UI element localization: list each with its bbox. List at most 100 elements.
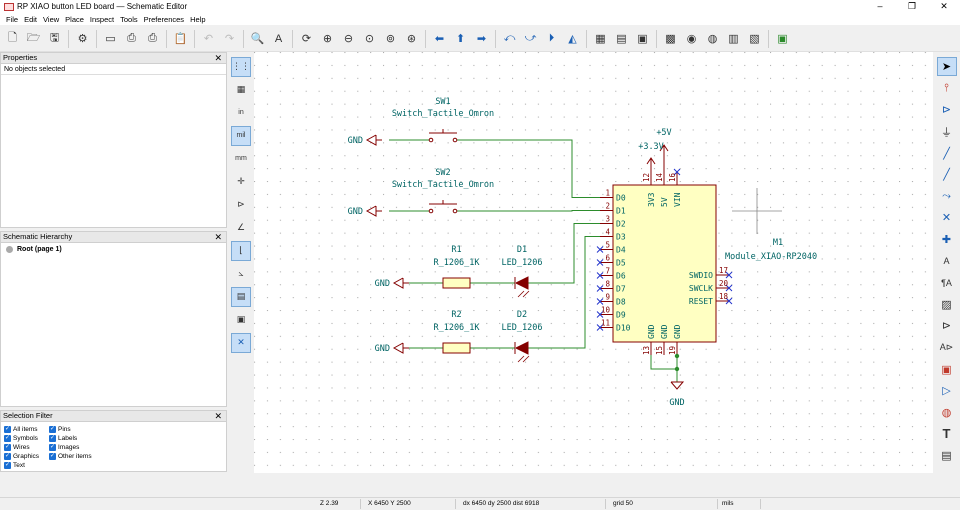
hierarchical-label-icon[interactable]: ▨ (937, 295, 957, 314)
close-icon[interactable]: ✕ (214, 53, 222, 63)
zoom-objects-icon[interactable]: ⊚ (382, 30, 400, 48)
show-hierarchy-icon[interactable]: ▣ (231, 310, 251, 330)
annotations-icon[interactable]: ▤ (231, 286, 251, 307)
open-pcb-editor-icon[interactable]: ▣ (774, 30, 792, 48)
show-properties-icon[interactable]: ✕ (231, 332, 251, 353)
grid-dots-icon[interactable]: ⋮⋮ (231, 56, 251, 77)
bom-icon[interactable]: ▥ (725, 30, 743, 48)
symbol-browser-icon[interactable]: ▤ (613, 30, 631, 48)
hidden-pins-icon[interactable]: ⊳ (231, 195, 251, 215)
navigate-up-icon[interactable]: ⬆ (452, 30, 470, 48)
filter-images[interactable]: ✓ Images (49, 443, 109, 452)
redo-icon[interactable]: ↷ (221, 30, 239, 48)
filter-pins[interactable]: ✓ Pins (49, 425, 109, 434)
find-icon[interactable]: 🔍 (249, 30, 267, 48)
menu-help[interactable]: Help (187, 15, 208, 24)
pin-number: 4 (605, 228, 610, 237)
filter-symbols[interactable]: ✓ Symbols (4, 434, 49, 443)
new-file-icon[interactable]: 🗋 (4, 30, 22, 48)
refresh-icon[interactable]: ⟳ (298, 30, 316, 48)
junction-icon[interactable]: ✚ (937, 230, 957, 249)
row-r2-d2-d-value: LED_1206 (502, 323, 543, 333)
maximize-button[interactable]: ❐ (896, 0, 928, 13)
add-sheet-icon[interactable]: ▣ (937, 360, 957, 379)
net-label-icon[interactable]: A (937, 252, 957, 271)
menu-file[interactable]: File (3, 15, 21, 24)
close-button[interactable]: ✕ (928, 0, 960, 13)
switch-sw1-ref: SW1 (435, 97, 450, 107)
units-mm-button[interactable]: mm (231, 149, 251, 169)
zoom-out-icon[interactable]: ⊖ (340, 30, 358, 48)
symbol-editor-icon[interactable]: ▦ (592, 30, 610, 48)
mirror-horizontal-icon[interactable]: ◭ (564, 30, 582, 48)
plot-icon[interactable]: ⎙ (144, 30, 162, 48)
global-label-icon[interactable]: ¶A (937, 273, 957, 292)
add-symbol-icon[interactable]: ⊳ (937, 100, 957, 119)
close-icon[interactable]: ✕ (214, 411, 222, 421)
pin-number: 10 (601, 306, 611, 315)
schematic-setup-icon[interactable]: ⚙ (74, 30, 92, 48)
units-inches-button[interactable]: in (231, 103, 251, 123)
free-angle-icon[interactable]: ⦣ (231, 264, 251, 284)
annotate-icon[interactable]: ▣ (634, 30, 652, 48)
menu-place[interactable]: Place (62, 15, 87, 24)
filter-all-items[interactable]: ✓ All items (4, 425, 49, 434)
paste-icon[interactable]: 📋 (172, 30, 190, 48)
undo-icon[interactable]: ↶ (200, 30, 218, 48)
add-text-icon[interactable]: T (937, 424, 957, 443)
rotate-cw-icon[interactable]: ⤻ (522, 30, 540, 48)
directive-label-icon[interactable]: ⊳ (937, 316, 957, 335)
pin-number: 5 (605, 241, 610, 250)
assign-footprints-icon[interactable]: ◍ (704, 30, 722, 48)
add-power-icon[interactable]: ⏚ (937, 122, 957, 141)
zoom-in-icon[interactable]: ⊕ (319, 30, 337, 48)
filter-other-items[interactable]: ✓ Other items (49, 452, 109, 461)
no-connect-icon[interactable]: ✕ (937, 208, 957, 227)
menu-view[interactable]: View (40, 15, 62, 24)
zoom-selection-icon[interactable]: ⊛ (403, 30, 421, 48)
add-image-icon[interactable]: ▤ (937, 446, 957, 465)
filter-wires[interactable]: ✓ Wires (4, 443, 49, 452)
add-text-box-icon[interactable]: ◍ (937, 403, 957, 422)
highlight-net-icon[interactable]: ⫯ (937, 79, 957, 98)
menu-tools[interactable]: Tools (117, 15, 141, 24)
switch-sw1-gnd-text: GND (348, 136, 363, 146)
filter-text[interactable]: ✓ Text (4, 461, 49, 470)
print-icon[interactable]: ⎙ (123, 30, 141, 48)
rotate-ccw-icon[interactable]: ⤺ (501, 30, 519, 48)
menu-inspect[interactable]: Inspect (87, 15, 117, 24)
import-sheet-icon[interactable]: ▷ (937, 381, 957, 400)
add-bus-icon[interactable]: ╱ (937, 165, 957, 184)
bus-entry-icon[interactable]: ⤳ (937, 187, 957, 206)
save-icon[interactable]: 🖫 (46, 30, 64, 48)
menu-bar: File Edit View Place Inspect Tools Prefe… (0, 13, 960, 25)
sheet-pin-icon[interactable]: A⊳ (937, 338, 957, 357)
erc-icon[interactable]: ▩ (662, 30, 680, 48)
status-delta: dx 6450 dy 2500 dist 6918 (463, 500, 540, 507)
add-wire-icon[interactable]: ╱ (937, 144, 957, 163)
menu-edit[interactable]: Edit (21, 15, 40, 24)
schematic-canvas[interactable]: M1 Module_XIAO-RP2040 1 D0 2 D1 3 D2 4 D3 5 D4 6 D5 7 D… (254, 52, 933, 473)
open-folder-icon[interactable]: 🗁 (25, 30, 43, 48)
pin-name: SWCLK (689, 284, 713, 293)
filter-graphics[interactable]: ✓ Graphics (4, 452, 49, 461)
orthogonal-lines-icon[interactable]: ⌊ (231, 240, 251, 261)
menu-preferences[interactable]: Preferences (141, 15, 187, 24)
simulator-icon[interactable]: ◉ (683, 30, 701, 48)
units-mils-button[interactable]: mil (231, 125, 251, 146)
filter-labels[interactable]: ✓ Labels (49, 434, 109, 443)
cursor-shape-icon[interactable]: ✛ (231, 172, 251, 192)
minimize-button[interactable]: – (864, 0, 896, 13)
navigate-back-icon[interactable]: ⬅ (431, 30, 449, 48)
netlist-icon[interactable]: ▧ (746, 30, 764, 48)
wire-angle-icon[interactable]: ∠ (231, 218, 251, 238)
page-settings-icon[interactable]: ▭ (102, 30, 120, 48)
hierarchy-root-item[interactable]: Root (page 1) (1, 243, 226, 253)
find-replace-icon[interactable]: A (270, 30, 288, 48)
mirror-vertical-icon[interactable]: ⏵ (543, 30, 561, 48)
grid-overrides-icon[interactable]: ▦ (231, 80, 251, 100)
close-icon[interactable]: ✕ (214, 232, 222, 242)
select-arrow-icon[interactable]: ➤ (936, 57, 957, 77)
navigate-forward-icon[interactable]: ➡ (473, 30, 491, 48)
zoom-fit-icon[interactable]: ⊙ (361, 30, 379, 48)
